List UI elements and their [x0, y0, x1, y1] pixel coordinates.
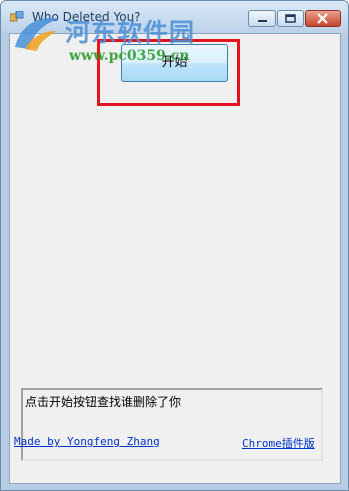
watermark-site-name: 河东软件园: [65, 18, 196, 47]
chrome-plugin-link[interactable]: Chrome插件版: [242, 435, 315, 451]
watermark-logo-icon: [15, 18, 59, 51]
watermark-url: www.pc0359.cn: [69, 48, 190, 64]
author-link[interactable]: Made by Yongfeng Zhang: [14, 435, 160, 448]
maximize-button[interactable]: [277, 10, 304, 27]
close-button[interactable]: [305, 10, 341, 27]
maximize-icon: [285, 14, 296, 23]
minimize-icon: [258, 20, 267, 22]
app-window: Who Deleted You? 开始 点击开始按钮查找谁删除了你 Made b…: [0, 0, 349, 491]
client-area: 开始 点击开始按钮查找谁删除了你: [9, 33, 341, 484]
close-icon: [317, 13, 328, 24]
minimize-button[interactable]: [248, 10, 276, 27]
